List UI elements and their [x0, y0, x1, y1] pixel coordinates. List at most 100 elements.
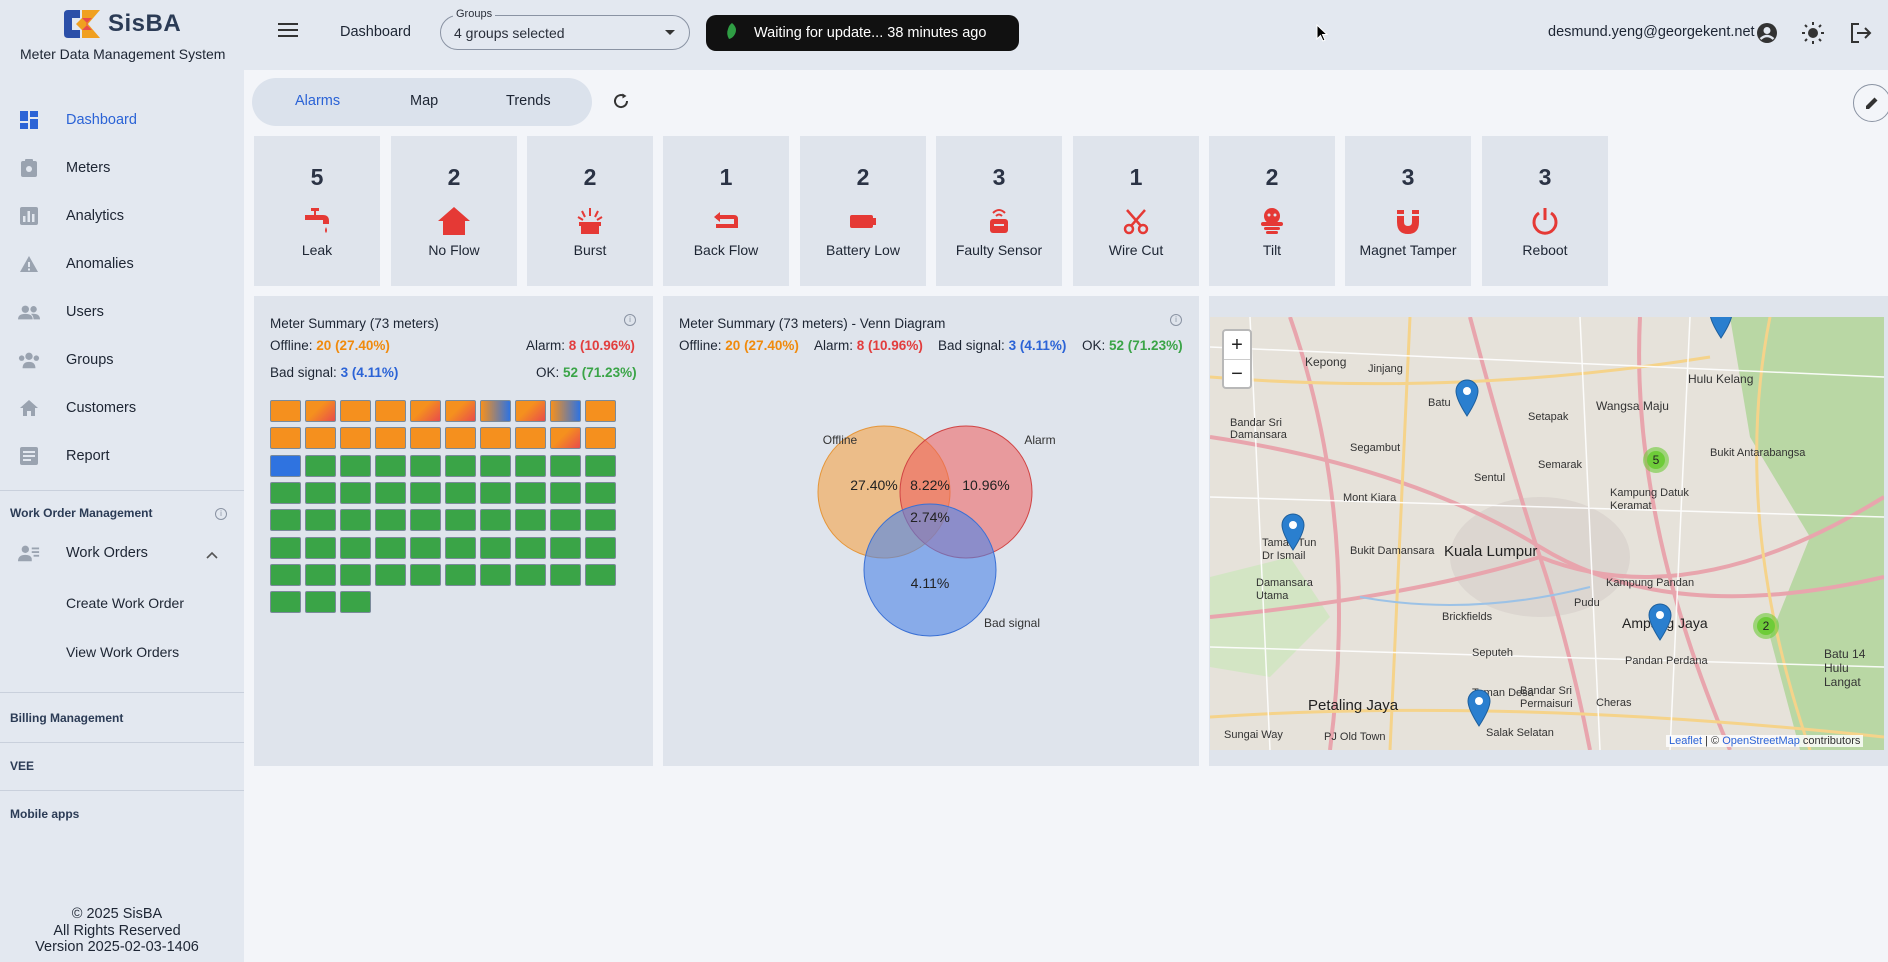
map-cluster[interactable]: 2 — [1753, 613, 1779, 639]
breadcrumb[interactable]: Dashboard — [340, 24, 411, 40]
meter-cell[interactable] — [270, 591, 301, 614]
tab-trends[interactable]: Trends — [506, 93, 551, 109]
sidebar-item-report[interactable]: Report — [0, 432, 244, 480]
tab-alarms[interactable]: Alarms — [295, 93, 340, 109]
meter-cell[interactable] — [445, 400, 476, 422]
create-work-order-link[interactable]: Create Work Order — [66, 595, 184, 611]
alarm-card-no-flow[interactable]: 2 No Flow — [391, 136, 517, 286]
alarm-card-reboot[interactable]: 3 Reboot — [1482, 136, 1608, 286]
meter-cell[interactable] — [270, 481, 301, 504]
meter-cell[interactable] — [585, 509, 616, 532]
meter-cell[interactable] — [305, 591, 336, 614]
alarm-card-tilt[interactable]: 2 Tilt — [1209, 136, 1335, 286]
meter-cell[interactable] — [375, 563, 406, 586]
vee-section-title[interactable]: VEE — [10, 759, 34, 773]
meter-cell[interactable] — [515, 400, 546, 422]
map-marker-icon[interactable] — [1280, 513, 1306, 551]
meter-cell[interactable] — [445, 563, 476, 586]
meter-cell[interactable] — [305, 427, 336, 450]
billing-section-title[interactable]: Billing Management — [10, 711, 123, 725]
meter-cell[interactable] — [340, 400, 371, 422]
meter-cell[interactable] — [305, 563, 336, 586]
meter-cell[interactable] — [480, 400, 511, 422]
meter-cell[interactable] — [480, 427, 511, 450]
meter-cell[interactable] — [375, 536, 406, 559]
meter-cell[interactable] — [515, 563, 546, 586]
tab-map[interactable]: Map — [410, 93, 438, 109]
meter-cell[interactable] — [375, 481, 406, 504]
alarm-card-faulty-sensor[interactable]: 3 Faulty Sensor — [936, 136, 1062, 286]
meter-cell[interactable] — [410, 427, 441, 450]
groups-select[interactable]: Groups 4 groups selected — [440, 8, 690, 50]
theme-toggle-sun-icon[interactable] — [1802, 22, 1824, 47]
meter-cell[interactable] — [410, 481, 441, 504]
meter-cell[interactable] — [340, 454, 371, 477]
sidebar-item-work-orders[interactable]: Work Orders — [0, 529, 244, 577]
sidebar-item-users[interactable]: Users — [0, 288, 244, 336]
meter-cell[interactable] — [480, 509, 511, 532]
meter-cell[interactable] — [550, 454, 581, 477]
meter-cell[interactable] — [410, 509, 441, 532]
meter-cell[interactable] — [480, 536, 511, 559]
map-marker-icon[interactable] — [1454, 379, 1480, 417]
meter-cell[interactable] — [515, 509, 546, 532]
map-cluster[interactable]: 5 — [1643, 447, 1669, 473]
meter-cell[interactable] — [270, 536, 301, 559]
meter-cell[interactable] — [585, 427, 616, 450]
map-marker-icon[interactable] — [1647, 603, 1673, 641]
meter-cell[interactable] — [305, 481, 336, 504]
meter-cell[interactable] — [445, 454, 476, 477]
account-icon[interactable] — [1756, 22, 1778, 47]
meter-cell[interactable] — [270, 400, 301, 422]
meter-cell[interactable] — [340, 481, 371, 504]
map-marker-icon[interactable] — [1466, 689, 1492, 727]
info-icon[interactable]: i — [1170, 314, 1182, 326]
meter-cell[interactable] — [340, 509, 371, 532]
meter-cell[interactable] — [445, 427, 476, 450]
logout-icon[interactable] — [1850, 22, 1872, 47]
openstreetmap-link[interactable]: OpenStreetMap — [1722, 735, 1800, 747]
edit-dashboard-button[interactable] — [1853, 84, 1888, 122]
meter-cell[interactable] — [585, 481, 616, 504]
sidebar-item-analytics[interactable]: Analytics — [0, 192, 244, 240]
sidebar-item-anomalies[interactable]: Anomalies — [0, 240, 244, 288]
meter-cell[interactable] — [585, 536, 616, 559]
meter-cell[interactable] — [270, 563, 301, 586]
meter-cell[interactable] — [375, 454, 406, 477]
alarm-card-battery-low[interactable]: 2 Battery Low — [800, 136, 926, 286]
zoom-in-button[interactable]: + — [1224, 331, 1250, 360]
meter-cell[interactable] — [445, 509, 476, 532]
meter-cell[interactable] — [340, 563, 371, 586]
meter-cell[interactable] — [410, 454, 441, 477]
meter-cell[interactable] — [480, 481, 511, 504]
meter-cell[interactable] — [480, 454, 511, 477]
meter-cell[interactable] — [410, 400, 441, 422]
meter-cell[interactable] — [550, 427, 581, 450]
meter-cell[interactable] — [550, 400, 581, 422]
sidebar-item-customers[interactable]: Customers — [0, 384, 244, 432]
view-work-orders-link[interactable]: View Work Orders — [66, 644, 179, 660]
meter-cell[interactable] — [515, 536, 546, 559]
meter-cell[interactable] — [585, 400, 616, 422]
meter-cell[interactable] — [410, 563, 441, 586]
meter-cell[interactable] — [515, 481, 546, 504]
meter-cell[interactable] — [270, 427, 301, 450]
meter-cell[interactable] — [550, 481, 581, 504]
meter-cell[interactable] — [270, 509, 301, 532]
meter-cell[interactable] — [305, 454, 336, 477]
meter-cell[interactable] — [515, 427, 546, 450]
alarm-card-magnet-tamper[interactable]: 3 Magnet Tamper — [1345, 136, 1471, 286]
info-icon[interactable]: i — [624, 314, 636, 326]
menu-toggle-button[interactable] — [278, 22, 298, 41]
sidebar-item-dashboard[interactable]: Dashboard — [0, 96, 244, 144]
leaflet-link[interactable]: Leaflet — [1669, 735, 1702, 747]
refresh-icon[interactable] — [612, 92, 630, 113]
meter-cell[interactable] — [445, 481, 476, 504]
info-icon[interactable]: i — [215, 508, 227, 520]
meter-cell[interactable] — [375, 427, 406, 450]
meter-cell[interactable] — [305, 509, 336, 532]
meter-cell[interactable] — [550, 563, 581, 586]
meter-cell[interactable] — [305, 400, 336, 422]
alarm-card-back-flow[interactable]: 1 Back Flow — [663, 136, 789, 286]
brand-logo[interactable]: SisBA — [62, 8, 181, 40]
